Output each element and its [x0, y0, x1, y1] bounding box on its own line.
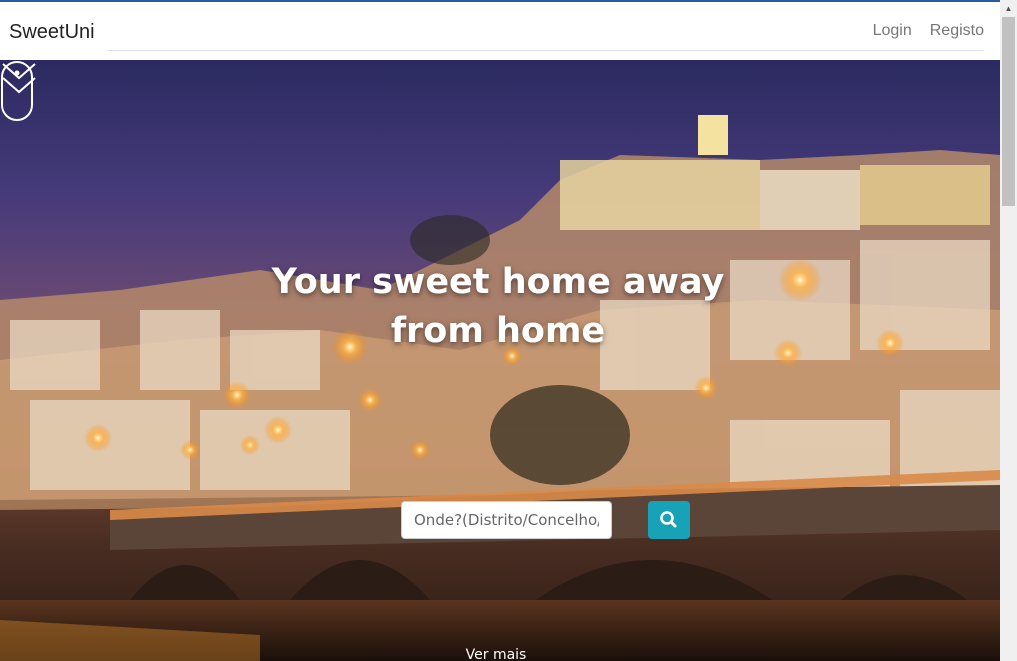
- see-more-link[interactable]: Ver mais: [446, 647, 546, 661]
- vertical-scrollbar[interactable]: ▲: [1000, 0, 1017, 661]
- register-link[interactable]: Registo: [930, 22, 984, 40]
- scrollbar-thumb[interactable]: [1002, 17, 1015, 206]
- brand-logo[interactable]: SweetUni: [9, 21, 95, 44]
- chevron-down-icon[interactable]: [0, 60, 38, 96]
- search-icon: [660, 511, 677, 528]
- location-search-input[interactable]: [401, 501, 612, 539]
- hero-headline-line-2: from home: [390, 311, 606, 351]
- navbar: SweetUni Login Registo: [0, 2, 1000, 60]
- hero-headline-line-1: Your sweet home away: [271, 262, 725, 302]
- login-link[interactable]: Login: [873, 22, 912, 40]
- hero-banner: Your sweet home away from home Ver mais: [0, 60, 1000, 661]
- search-button[interactable]: [648, 501, 690, 539]
- hero-headline: Your sweet home away from home: [250, 258, 746, 356]
- scroll-up-arrow-icon[interactable]: ▲: [1000, 0, 1017, 17]
- hero-background-image: [0, 115, 1000, 661]
- navbar-divider: [107, 50, 984, 51]
- nav-links: Login Registo: [873, 22, 984, 40]
